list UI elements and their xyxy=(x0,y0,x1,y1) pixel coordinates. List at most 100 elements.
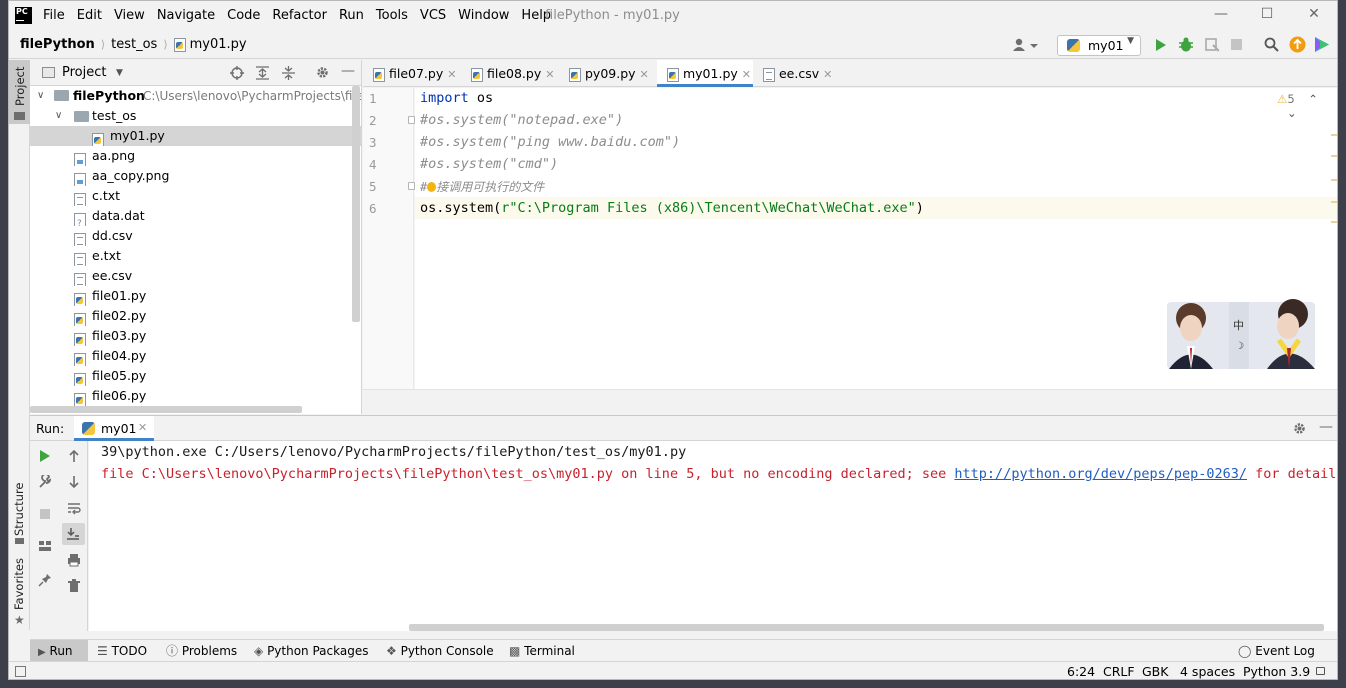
tree-item[interactable]: e.txt xyxy=(30,246,361,266)
tool-tab-python-console[interactable]: ❖ Python Console xyxy=(386,640,494,662)
chevron-down-icon[interactable]: ∨ xyxy=(55,106,62,126)
arrow-down-icon[interactable] xyxy=(67,475,81,489)
breadcrumb-project[interactable]: filePython xyxy=(20,37,95,52)
indent-setting[interactable]: 4 spaces xyxy=(1180,664,1235,679)
hide-panel-icon[interactable]: — xyxy=(1319,419,1333,435)
project-tool-tab[interactable]: Project xyxy=(9,60,30,124)
close-tab-icon[interactable]: ✕ xyxy=(742,68,751,81)
tree-item[interactable]: c.txt xyxy=(30,186,361,206)
user-icon[interactable] xyxy=(1013,38,1039,52)
menu-run[interactable]: Run xyxy=(339,8,364,23)
run-icon[interactable] xyxy=(1155,38,1167,52)
run-tab-my01[interactable]: my01 ✕ xyxy=(74,416,154,441)
breadcrumb-file[interactable]: my01.py xyxy=(190,37,247,52)
tree-item[interactable]: aa_copy.png xyxy=(30,166,361,186)
menu-refactor[interactable]: Refactor xyxy=(272,8,327,23)
menu-tools[interactable]: Tools xyxy=(376,8,408,23)
project-view-label[interactable]: Project xyxy=(62,65,106,80)
close-tab-icon[interactable]: ✕ xyxy=(447,68,456,81)
hide-panel-icon[interactable]: — xyxy=(341,63,355,79)
stop-icon[interactable] xyxy=(38,507,52,521)
trash-icon[interactable] xyxy=(67,579,81,593)
tree-item[interactable]: file03.py xyxy=(30,326,361,346)
tool-tab-run[interactable]: ▶ Run xyxy=(30,640,88,662)
toggle-tool-windows-icon[interactable] xyxy=(15,666,26,677)
tree-item[interactable]: ee.csv xyxy=(30,266,361,286)
arrow-up-icon[interactable] xyxy=(67,449,81,463)
minimize-icon[interactable]: — xyxy=(1211,6,1231,26)
tree-item[interactable]: my01.py xyxy=(30,126,361,146)
breadcrumb-folder[interactable]: test_os xyxy=(111,37,157,52)
layout-icon[interactable] xyxy=(38,539,52,553)
tree-item[interactable]: ∨ test_os xyxy=(30,106,361,126)
inspection-widget[interactable]: ⚠5 ⌃ ⌄ xyxy=(1277,92,1337,120)
pep-link[interactable]: http://python.org/dev/peps/pep-0263/ xyxy=(954,466,1247,482)
pin-icon[interactable] xyxy=(38,573,52,587)
scroll-to-end-toggle[interactable] xyxy=(62,523,85,545)
warning-marker[interactable] xyxy=(1331,134,1337,136)
chevron-up-icon[interactable]: ⌃ xyxy=(1308,92,1318,106)
soft-wrap-icon[interactable] xyxy=(67,501,81,515)
expand-all-icon[interactable] xyxy=(256,66,269,80)
run-console[interactable]: 39\python.exe C:/Users/lenovo/PycharmPro… xyxy=(89,441,1337,631)
coverage-icon[interactable] xyxy=(1205,37,1219,52)
line-separator[interactable]: CRLF xyxy=(1103,664,1135,679)
menu-file[interactable]: File xyxy=(43,8,65,23)
fold-icon[interactable] xyxy=(408,116,415,124)
collapse-all-icon[interactable] xyxy=(282,66,295,80)
gear-icon[interactable] xyxy=(1292,421,1307,436)
horizontal-scrollbar[interactable] xyxy=(409,624,1324,631)
tool-tab-todo[interactable]: ☰ TODO xyxy=(97,640,147,662)
stop-icon[interactable] xyxy=(1231,39,1242,50)
file-encoding[interactable]: GBK xyxy=(1142,664,1168,679)
tree-item[interactable]: file06.py xyxy=(30,386,361,406)
chevron-down-icon[interactable]: ∨ xyxy=(37,86,44,106)
code-editor[interactable]: import os #os.system("notepad.exe") #os.… xyxy=(415,88,1337,389)
vertical-scrollbar[interactable] xyxy=(352,86,360,322)
menu-vcs[interactable]: VCS xyxy=(420,8,446,23)
favorites-tool-tab[interactable]: Favorites ★ xyxy=(9,558,30,630)
print-icon[interactable] xyxy=(67,553,81,567)
tab-file08[interactable]: file08.py ✕ xyxy=(461,60,559,87)
tree-item[interactable]: file05.py xyxy=(30,366,361,386)
lightbulb-icon[interactable] xyxy=(427,182,437,192)
tab-ee-csv[interactable]: ee.csv ✕ xyxy=(753,60,837,87)
caret-position[interactable]: 6:24 xyxy=(1067,664,1095,679)
tab-my01[interactable]: my01.py ✕ xyxy=(657,60,753,87)
tree-item[interactable]: file02.py xyxy=(30,306,361,326)
tool-tab-terminal[interactable]: ▩ Terminal xyxy=(509,640,575,662)
menu-view[interactable]: View xyxy=(114,8,145,23)
fold-icon[interactable] xyxy=(408,182,415,190)
gear-icon[interactable] xyxy=(315,65,330,80)
tab-py09[interactable]: py09.py ✕ xyxy=(559,60,657,87)
menu-edit[interactable]: Edit xyxy=(77,8,102,23)
warning-marker[interactable] xyxy=(1331,179,1337,181)
close-icon[interactable]: ✕ xyxy=(1304,6,1324,26)
tool-tab-problems[interactable]: ⓘ Problems xyxy=(166,640,237,662)
structure-tool-tab[interactable]: Structure xyxy=(9,472,30,544)
tree-item[interactable]: data.dat xyxy=(30,206,361,226)
tree-item[interactable]: dd.csv xyxy=(30,226,361,246)
update-icon[interactable] xyxy=(1289,36,1306,53)
horizontal-scrollbar[interactable] xyxy=(30,406,302,413)
warning-marker[interactable] xyxy=(1331,221,1337,223)
close-tab-icon[interactable]: ✕ xyxy=(545,68,554,81)
chevron-down-icon[interactable]: ⌄ xyxy=(1287,106,1297,120)
python-interpreter[interactable]: Python 3.9 xyxy=(1243,664,1310,679)
wrench-icon[interactable] xyxy=(38,475,52,489)
menu-navigate[interactable]: Navigate xyxy=(157,8,215,23)
tool-tab-python-packages[interactable]: ◈ Python Packages xyxy=(254,640,368,662)
run-config-select[interactable]: my01 ▼ xyxy=(1057,35,1141,56)
tree-item[interactable]: aa.png xyxy=(30,146,361,166)
warning-marker[interactable] xyxy=(1331,155,1337,157)
tree-item[interactable]: file04.py xyxy=(30,346,361,366)
search-icon[interactable] xyxy=(1264,37,1279,52)
tree-item[interactable]: file01.py xyxy=(30,286,361,306)
locate-icon[interactable] xyxy=(230,66,244,80)
maximize-icon[interactable]: ☐ xyxy=(1257,6,1277,26)
close-tab-icon[interactable]: ✕ xyxy=(823,68,832,81)
tab-file07[interactable]: file07.py ✕ xyxy=(363,60,461,87)
close-tab-icon[interactable]: ✕ xyxy=(640,68,649,81)
close-tab-icon[interactable]: ✕ xyxy=(138,421,147,434)
tool-tab-event-log[interactable]: ◯ Event Log xyxy=(1238,640,1315,662)
